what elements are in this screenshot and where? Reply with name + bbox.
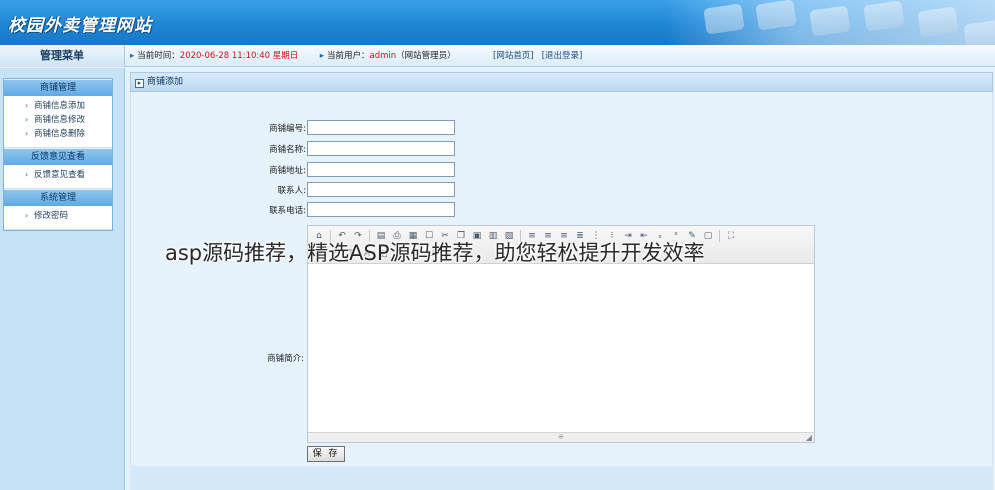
fullscreen-icon[interactable]: ⛶ [724, 229, 738, 243]
user-value: admin [369, 51, 397, 61]
field-label: 商铺地址: [269, 166, 306, 176]
sidebar-item-shop-add[interactable]: › 商铺信息添加 [4, 99, 112, 113]
home-link[interactable]: [网站首页] [493, 51, 534, 61]
bottom-strip [130, 466, 993, 490]
editor-resize-bar[interactable]: ⁜ ◢ [308, 432, 814, 442]
chevron-right-icon: › [25, 170, 29, 179]
panel-header: ▸ 商铺添加 [130, 72, 993, 92]
sidebar-group-system-items: › 修改密码 [4, 206, 112, 230]
intro-label: 商铺简介: [267, 354, 304, 364]
field-label: 联系电话: [269, 206, 306, 216]
sidebar-item-label: 修改密码 [34, 211, 69, 221]
panel-title: 商铺添加 [147, 77, 184, 87]
user-role: （网站管理员） [396, 51, 456, 61]
sidebar-item-feedback-view[interactable]: › 反馈意见查看 [4, 168, 112, 182]
editor-content-area[interactable] [308, 265, 814, 432]
sidebar: 商铺管理 › 商铺信息添加 › 商铺信息修改 › 商铺信息删除 反馈意见查看 › 反馈意… [0, 68, 125, 490]
main-content: ▸ 商铺添加 商铺编号: 商铺名称: 商铺地址: 联系人: 联系电话: ⌂ ↶ … [126, 68, 995, 490]
top-status-bar: 管理菜单 ▸ 当前时间：2020-06-28 11:10:40 星期日 ▸ 当前用户… [0, 45, 995, 67]
form-row-shop-address: 商铺地址: [131, 162, 994, 178]
chevron-right-icon: › [25, 211, 29, 220]
form-row-shop-name: 商铺名称: [131, 141, 994, 157]
sidebar-group-shop-items: › 商铺信息添加 › 商铺信息修改 › 商铺信息删除 [4, 96, 112, 148]
sidebar-item-label: 商铺信息添加 [34, 101, 86, 111]
status-arrow-icon: ▸ [130, 51, 135, 61]
sidebar-menu: 商铺管理 › 商铺信息添加 › 商铺信息修改 › 商铺信息删除 反馈意见查看 › 反馈意… [3, 78, 113, 231]
form-row-phone: 联系电话: [131, 202, 994, 218]
user-label: 当前用户： [326, 51, 370, 61]
keyboard-decoration [665, 0, 995, 45]
logout-link[interactable]: [退出登录] [542, 51, 583, 61]
save-button[interactable]: 保 存 [307, 446, 345, 462]
phone-input[interactable] [307, 202, 455, 217]
resize-handle-icon[interactable]: ⁜ [558, 433, 564, 441]
form-row-shop-id: 商铺编号: [131, 120, 994, 136]
field-label: 联系人: [277, 186, 306, 196]
sidebar-item-label: 商铺信息删除 [34, 129, 86, 139]
form-row-contact: 联系人: [131, 182, 994, 198]
chevron-right-icon: › [25, 115, 29, 124]
sidebar-item-label: 反馈意见查看 [34, 170, 86, 180]
contact-input[interactable] [307, 182, 455, 197]
sidebar-group-feedback[interactable]: 反馈意见查看 [4, 148, 112, 165]
sidebar-group-system[interactable]: 系统管理 [4, 189, 112, 206]
watermark-text: asp源码推荐，精选ASP源码推荐，助您轻松提升开发效率 [165, 241, 705, 265]
time-value: 2020-06-28 11:10:40 星期日 [179, 51, 299, 61]
panel-arrow-icon: ▸ [135, 79, 144, 88]
sidebar-item-shop-edit[interactable]: › 商铺信息修改 [4, 113, 112, 127]
form-panel: 商铺编号: 商铺名称: 商铺地址: 联系人: 联系电话: ⌂ ↶ ↷ ▤ ⎙ ▦… [130, 92, 993, 466]
shop-name-input[interactable] [307, 141, 455, 156]
header-banner: 校园外卖管理网站 [0, 0, 995, 45]
field-label: 商铺名称: [269, 145, 306, 155]
site-logo: 校园外卖管理网站 [8, 16, 152, 36]
status-line: ▸ 当前时间：2020-06-28 11:10:40 星期日 ▸ 当前用户：admi… [130, 45, 590, 67]
user-arrow-icon: ▸ [319, 51, 324, 61]
corner-grip-icon[interactable]: ◢ [806, 433, 812, 442]
sidebar-group-feedback-items: › 反馈意见查看 [4, 165, 112, 189]
shop-address-input[interactable] [307, 162, 455, 177]
menu-title: 管理菜单 [0, 45, 125, 67]
sidebar-group-shop[interactable]: 商铺管理 [4, 79, 112, 96]
sidebar-item-change-password[interactable]: › 修改密码 [4, 209, 112, 223]
chevron-right-icon: › [25, 101, 29, 110]
field-label: 商铺编号: [269, 124, 306, 134]
chevron-right-icon: › [25, 129, 29, 138]
time-label: 当前时间： [137, 51, 180, 61]
sidebar-item-shop-delete[interactable]: › 商铺信息删除 [4, 127, 112, 141]
shop-id-input[interactable] [307, 120, 455, 135]
sidebar-item-label: 商铺信息修改 [34, 115, 86, 125]
